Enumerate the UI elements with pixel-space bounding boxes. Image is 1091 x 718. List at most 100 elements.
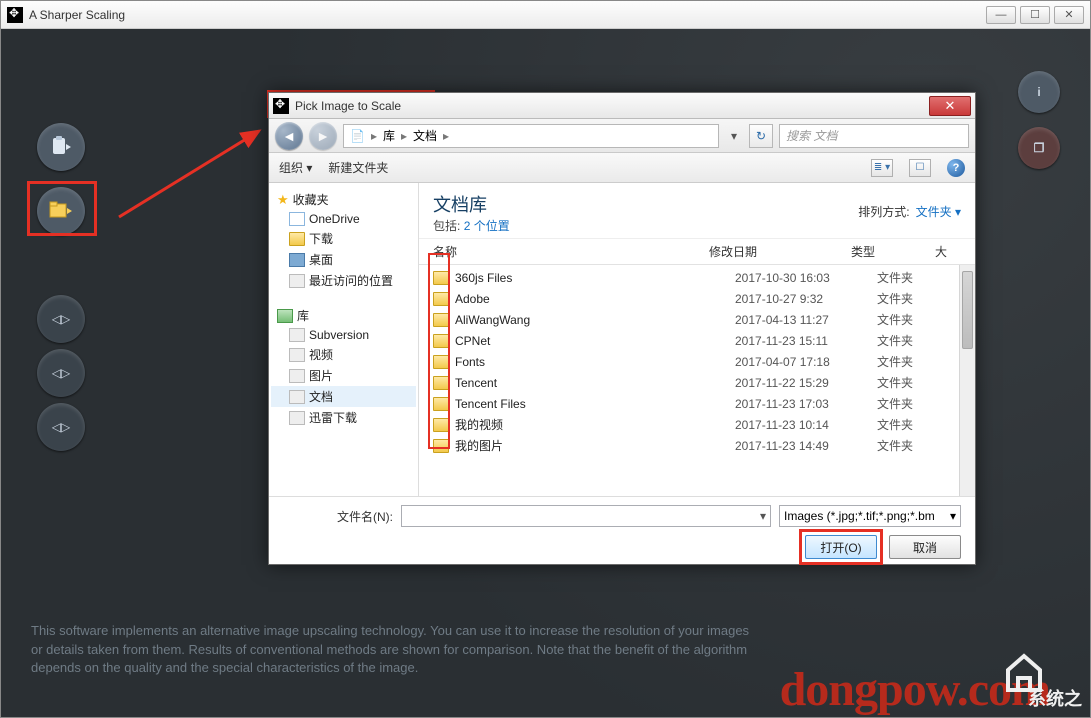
folder-icon [433, 439, 449, 453]
tree-recent[interactable]: 最近访问的位置 [271, 270, 416, 291]
chevron-right-icon: ▸ [443, 129, 449, 143]
tree-onedrive[interactable]: OneDrive [271, 210, 416, 228]
file-date: 2017-11-23 10:14 [735, 418, 877, 432]
breadcrumb-folder[interactable]: 文档 [413, 127, 437, 144]
breadcrumb[interactable]: 📄▸ 库▸ 文档▸ [343, 124, 719, 148]
file-date: 2017-11-23 15:11 [735, 334, 877, 348]
tree-favorites[interactable]: ★收藏夹 [271, 189, 416, 210]
file-row[interactable]: 360js Files2017-10-30 16:03文件夹 [433, 267, 961, 288]
info-button[interactable]: i [1018, 71, 1060, 113]
tree-label: 桌面 [309, 251, 333, 268]
tree-desktop[interactable]: 桌面 [271, 249, 416, 270]
eye-icon: ◁▷ [52, 366, 70, 380]
tree-video[interactable]: 视频 [271, 344, 416, 365]
preview-2-button[interactable]: ◁▷ [37, 349, 85, 397]
minimize-button[interactable]: — [986, 6, 1016, 24]
stack-button[interactable]: ❐ [1018, 127, 1060, 169]
tree-documents[interactable]: 文档 [271, 386, 416, 407]
library-title: 文档库 [433, 191, 858, 217]
file-row[interactable]: Fonts2017-04-07 17:18文件夹 [433, 351, 961, 372]
filename-label: 文件名(N): [283, 508, 393, 525]
chevron-down-icon: ▾ [950, 509, 956, 523]
file-date: 2017-04-07 17:18 [735, 355, 877, 369]
tree-library[interactable]: 库 [271, 305, 416, 326]
clipboard-icon [49, 135, 73, 159]
file-row[interactable]: Tencent Files2017-11-23 17:03文件夹 [433, 393, 961, 414]
library-locations-link[interactable]: 2 个位置 [464, 219, 510, 233]
tree-subversion[interactable]: Subversion [271, 326, 416, 344]
breadcrumb-dropdown[interactable]: ▾ [725, 129, 743, 143]
clipboard-button[interactable] [37, 123, 85, 171]
file-name: 我的图片 [455, 437, 735, 454]
file-name: Tencent Files [455, 397, 735, 411]
search-input[interactable]: 搜索 文档 [779, 124, 969, 148]
file-type: 文件夹 [877, 269, 961, 286]
file-name: 360js Files [455, 271, 735, 285]
folder-icon [433, 418, 449, 432]
col-date[interactable]: 修改日期 [709, 243, 851, 260]
tree-label: 收藏夹 [293, 191, 329, 208]
file-type-filter[interactable]: Images (*.jpg;*.tif;*.png;*.bm▾ [779, 505, 961, 527]
file-type: 文件夹 [877, 395, 961, 412]
file-row[interactable]: CPNet2017-11-23 15:11文件夹 [433, 330, 961, 351]
folder-icon [433, 355, 449, 369]
tree-label: 库 [297, 307, 309, 324]
pictures-icon [289, 369, 305, 383]
file-name: CPNet [455, 334, 735, 348]
tree-label: OneDrive [309, 212, 360, 226]
tree-label: 图片 [309, 367, 333, 384]
dialog-app-icon [273, 98, 289, 114]
sort-dropdown[interactable]: 文件夹 ▾ [916, 203, 961, 220]
file-type: 文件夹 [877, 353, 961, 370]
col-name[interactable]: 名称 [433, 243, 709, 260]
scrollbar-thumb[interactable] [962, 271, 973, 349]
open-button[interactable]: 打开(O) [805, 535, 877, 559]
workspace: ◁▷ ◁▷ ◁▷ i ❐ Pick Image to Scale ✕ ◄ ► [1, 29, 1090, 717]
library-icon [277, 309, 293, 323]
tree-thunder[interactable]: 迅雷下载 [271, 407, 416, 428]
breadcrumb-root[interactable]: 库 [383, 127, 395, 144]
file-list[interactable]: 360js Files2017-10-30 16:03文件夹Adobe2017-… [419, 265, 975, 496]
col-type[interactable]: 类型 [851, 243, 935, 260]
app-icon [289, 328, 305, 342]
file-row[interactable]: Tencent2017-11-22 15:29文件夹 [433, 372, 961, 393]
organize-menu[interactable]: 组织 ▾ [279, 159, 312, 176]
preview-pane-button[interactable]: ☐ [909, 159, 931, 177]
nav-back-button[interactable]: ◄ [275, 122, 303, 150]
scrollbar-vertical[interactable] [959, 265, 975, 496]
preview-1-button[interactable]: ◁▷ [37, 295, 85, 343]
file-name: 我的视频 [455, 416, 735, 433]
filename-input[interactable] [401, 505, 771, 527]
dialog-title: Pick Image to Scale [295, 99, 929, 113]
folder-open-icon [48, 200, 74, 222]
refresh-button[interactable]: ↻ [749, 124, 773, 148]
folder-icon [433, 292, 449, 306]
help-button[interactable]: ? [947, 159, 965, 177]
tree-label: 迅雷下载 [309, 409, 357, 426]
preview-3-button[interactable]: ◁▷ [37, 403, 85, 451]
close-button[interactable]: ✕ [1054, 6, 1084, 24]
maximize-button[interactable]: ☐ [1020, 6, 1050, 24]
folder-open-button[interactable] [37, 187, 85, 235]
file-row[interactable]: Adobe2017-10-27 9:32文件夹 [433, 288, 961, 309]
column-headers[interactable]: 名称 修改日期 类型 大 [419, 239, 975, 265]
dialog-close-button[interactable]: ✕ [929, 96, 971, 116]
nav-tree[interactable]: ★收藏夹 OneDrive 下载 桌面 最近访问的位置 库 Subversion… [269, 183, 419, 496]
app-icon [289, 411, 305, 425]
file-date: 2017-11-23 17:03 [735, 397, 877, 411]
dialog-toolbar: 组织 ▾ 新建文件夹 ≣ ▾ ☐ ? [269, 153, 975, 183]
tree-label: Subversion [309, 328, 369, 342]
tree-pictures[interactable]: 图片 [271, 365, 416, 386]
nav-forward-button[interactable]: ► [309, 122, 337, 150]
cancel-button[interactable]: 取消 [889, 535, 961, 559]
breadcrumb-icon: 📄 [350, 129, 365, 143]
file-row[interactable]: 我的视频2017-11-23 10:14文件夹 [433, 414, 961, 435]
recent-icon [289, 274, 305, 288]
tree-downloads[interactable]: 下载 [271, 228, 416, 249]
view-mode-button[interactable]: ≣ ▾ [871, 159, 893, 177]
file-row[interactable]: 我的图片2017-11-23 14:49文件夹 [433, 435, 961, 456]
new-folder-button[interactable]: 新建文件夹 [328, 159, 388, 176]
col-size[interactable]: 大 [935, 243, 961, 260]
file-row[interactable]: AliWangWang2017-04-13 11:27文件夹 [433, 309, 961, 330]
info-icon: i [1037, 85, 1040, 99]
